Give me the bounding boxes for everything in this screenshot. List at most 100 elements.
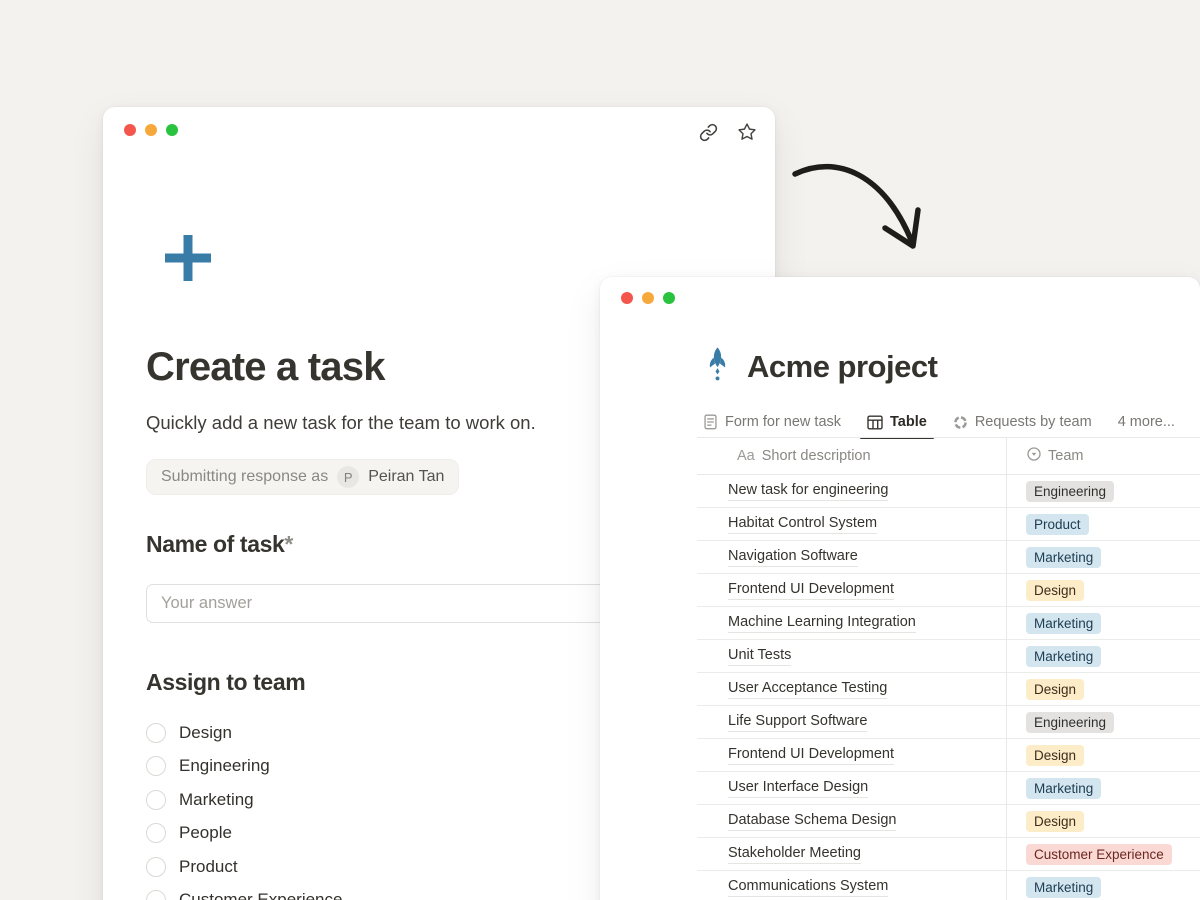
team-option-row[interactable]: Product	[146, 850, 342, 884]
team-option-label: Product	[179, 857, 238, 877]
team-tag[interactable]: Design	[1026, 679, 1084, 700]
description-cell[interactable]: Habitat Control System	[697, 508, 1007, 540]
tab-label: Table	[890, 414, 927, 430]
tab-label: 4 more...	[1118, 414, 1175, 430]
team-cell[interactable]: Customer Experience	[1007, 838, 1200, 870]
team-tag[interactable]: Design	[1026, 811, 1084, 832]
team-option-row[interactable]: Engineering	[146, 750, 342, 784]
tab-label: Requests by team	[975, 414, 1092, 430]
team-tag[interactable]: Engineering	[1026, 712, 1114, 733]
radio-button-icon[interactable]	[146, 723, 166, 743]
team-cell[interactable]: Engineering	[1007, 475, 1200, 507]
close-window-button[interactable]	[124, 124, 136, 136]
task-description: Habitat Control System	[728, 514, 877, 534]
team-tag[interactable]: Design	[1026, 580, 1084, 601]
table-row: Database Schema Design Design	[697, 805, 1200, 838]
team-tag[interactable]: Product	[1026, 514, 1089, 535]
radio-button-icon[interactable]	[146, 756, 166, 776]
acme-project-window: Acme project Form for new task Table	[600, 277, 1200, 900]
name-of-task-label: Name of task*	[146, 531, 293, 558]
column-header-short-description[interactable]: Aa Short description	[697, 438, 1007, 474]
team-tag[interactable]: Customer Experience	[1026, 844, 1172, 865]
table-row: Navigation Software Marketing	[697, 541, 1200, 574]
favorite-star-icon[interactable]	[737, 122, 757, 142]
zoom-window-button[interactable]	[663, 292, 675, 304]
text-property-icon: Aa	[737, 448, 755, 464]
team-tag[interactable]: Design	[1026, 745, 1084, 766]
team-cell[interactable]: Product	[1007, 508, 1200, 540]
team-options-list: Design Engineering Marketing People Prod…	[146, 716, 342, 900]
team-cell[interactable]: Marketing	[1007, 772, 1200, 804]
tasks-table: Aa Short description Team New task for e…	[697, 438, 1200, 900]
table-row: Frontend UI Development Design	[697, 574, 1200, 607]
team-cell[interactable]: Design	[1007, 673, 1200, 705]
radio-button-icon[interactable]	[146, 890, 166, 900]
task-description: Navigation Software	[728, 547, 858, 567]
tab-more-views[interactable]: 4 more...	[1118, 407, 1175, 437]
description-cell[interactable]: Communications System	[697, 871, 1007, 900]
minimize-window-button[interactable]	[642, 292, 654, 304]
team-option-row[interactable]: Customer Experience	[146, 884, 342, 900]
description-cell[interactable]: Life Support Software	[697, 706, 1007, 738]
description-cell[interactable]: Database Schema Design	[697, 805, 1007, 837]
description-cell[interactable]: User Acceptance Testing	[697, 673, 1007, 705]
table-row: Unit Tests Marketing	[697, 640, 1200, 673]
description-cell[interactable]: Machine Learning Integration	[697, 607, 1007, 639]
team-cell[interactable]: Marketing	[1007, 640, 1200, 672]
zoom-window-button[interactable]	[166, 124, 178, 136]
team-tag[interactable]: Marketing	[1026, 778, 1101, 799]
description-cell[interactable]: Stakeholder Meeting	[697, 838, 1007, 870]
description-cell[interactable]: Navigation Software	[697, 541, 1007, 573]
team-cell[interactable]: Marketing	[1007, 541, 1200, 573]
rocket-icon[interactable]	[705, 347, 730, 387]
team-cell[interactable]: Marketing	[1007, 871, 1200, 900]
team-cell[interactable]: Design	[1007, 574, 1200, 606]
form-icon	[703, 414, 718, 430]
submitter-name: Peiran Tan	[368, 468, 444, 486]
description-cell[interactable]: New task for engineering	[697, 475, 1007, 507]
task-description: Stakeholder Meeting	[728, 844, 861, 864]
submitting-as-label: Submitting response as	[161, 468, 328, 486]
tab-table[interactable]: Table	[867, 407, 927, 437]
description-cell[interactable]: User Interface Design	[697, 772, 1007, 804]
task-description: Database Schema Design	[728, 811, 896, 831]
minimize-window-button[interactable]	[145, 124, 157, 136]
team-tag[interactable]: Marketing	[1026, 547, 1101, 568]
hand-drawn-arrow	[782, 152, 942, 272]
table-row: Frontend UI Development Design	[697, 739, 1200, 772]
table-row: Stakeholder Meeting Customer Experience	[697, 838, 1200, 871]
team-cell[interactable]: Design	[1007, 805, 1200, 837]
plus-page-icon[interactable]	[159, 229, 217, 292]
name-of-task-label-text: Name of task	[146, 531, 284, 557]
team-tag[interactable]: Marketing	[1026, 613, 1101, 634]
team-tag[interactable]: Engineering	[1026, 481, 1114, 502]
radio-button-icon[interactable]	[146, 857, 166, 877]
table-row: User Acceptance Testing Design	[697, 673, 1200, 706]
tab-requests-by-team[interactable]: Requests by team	[953, 407, 1092, 437]
team-option-label: Marketing	[179, 790, 254, 810]
description-cell[interactable]: Frontend UI Development	[697, 739, 1007, 771]
team-cell[interactable]: Engineering	[1007, 706, 1200, 738]
team-option-label: Design	[179, 723, 232, 743]
table-icon	[867, 415, 883, 430]
tab-form-for-new-task[interactable]: Form for new task	[703, 407, 841, 437]
close-window-button[interactable]	[621, 292, 633, 304]
description-cell[interactable]: Frontend UI Development	[697, 574, 1007, 606]
task-description: Unit Tests	[728, 646, 791, 666]
team-tag[interactable]: Marketing	[1026, 646, 1101, 667]
team-cell[interactable]: Marketing	[1007, 607, 1200, 639]
radio-button-icon[interactable]	[146, 823, 166, 843]
column-header-team[interactable]: Team	[1007, 438, 1200, 474]
window-controls	[124, 124, 178, 136]
description-cell[interactable]: Unit Tests	[697, 640, 1007, 672]
team-option-row[interactable]: People	[146, 817, 342, 851]
link-icon[interactable]	[699, 123, 718, 142]
task-description: Communications System	[728, 877, 888, 897]
team-option-row[interactable]: Marketing	[146, 783, 342, 817]
radio-button-icon[interactable]	[146, 790, 166, 810]
team-cell[interactable]: Design	[1007, 739, 1200, 771]
task-description: Machine Learning Integration	[728, 613, 916, 633]
team-option-row[interactable]: Design	[146, 716, 342, 750]
team-option-label: Engineering	[179, 756, 270, 776]
team-tag[interactable]: Marketing	[1026, 877, 1101, 898]
